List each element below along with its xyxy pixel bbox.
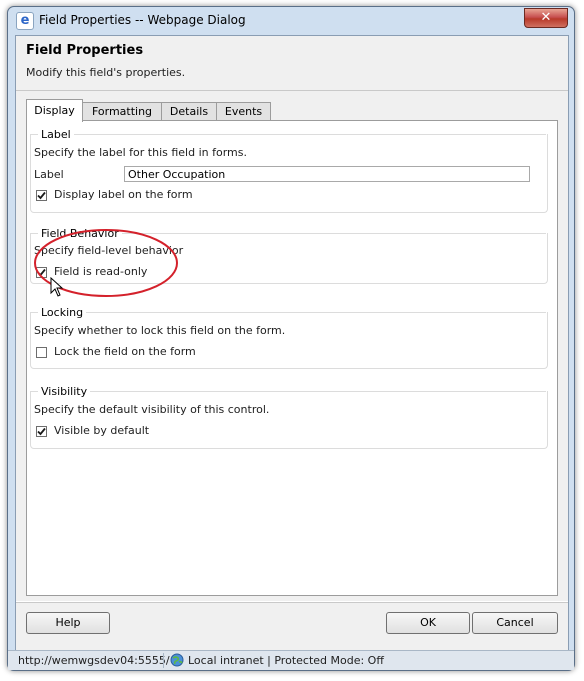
dialog-footer: Help OK Cancel (16, 602, 568, 651)
visibility-section: Visibility Specify the default visibilit… (27, 385, 557, 449)
cancel-button[interactable]: Cancel (472, 612, 558, 634)
status-zone: Local intranet | Protected Mode: Off (188, 654, 384, 667)
behavior-section: Field Behavior Specify field-level behav… (27, 227, 557, 287)
ok-button[interactable]: OK (386, 612, 470, 634)
intranet-globe-icon (170, 653, 184, 667)
behavior-legend: Field Behavior (38, 227, 122, 240)
locking-description: Specify whether to lock this field on th… (34, 324, 286, 337)
visibility-groupbox (30, 391, 548, 449)
label-section: Label Specify the label for this field i… (27, 128, 557, 214)
page-title: Field Properties (26, 43, 144, 58)
visible-default-checkbox[interactable] (36, 426, 47, 437)
dialog-window: e Field Properties -- Webpage Dialog ✕ F… (7, 6, 575, 671)
display-label-checkbox[interactable] (36, 190, 47, 201)
close-button[interactable]: ✕ (524, 8, 568, 28)
visibility-description: Specify the default visibility of this c… (34, 403, 270, 416)
visibility-legend: Visibility (38, 385, 91, 398)
status-divider (163, 653, 164, 668)
display-label-checkbox-label[interactable]: Display label on the form (54, 188, 193, 201)
lock-field-checkbox[interactable] (36, 347, 47, 358)
tab-formatting[interactable]: Formatting (82, 102, 162, 121)
help-button[interactable]: Help (26, 612, 110, 634)
locking-section: Locking Specify whether to lock this fie… (27, 306, 557, 369)
display-panel: Label Specify the label for this field i… (26, 120, 558, 596)
tab-details[interactable]: Details (161, 102, 217, 121)
tab-display[interactable]: Display (26, 99, 83, 122)
dialog-client: Field Properties Modify this field's pro… (15, 35, 569, 651)
label-field-label: Label (34, 168, 64, 181)
read-only-checkbox-label[interactable]: Field is read-only (54, 265, 147, 278)
status-bar: http://wemwgsdev04:5555/ Local intranet … (8, 650, 574, 670)
read-only-checkbox[interactable] (36, 267, 47, 278)
label-legend: Label (38, 128, 74, 141)
title-bar[interactable]: e Field Properties -- Webpage Dialog ✕ (8, 7, 574, 35)
label-text-input[interactable] (124, 166, 530, 182)
page-subtitle: Modify this field's properties. (26, 66, 186, 79)
tab-events[interactable]: Events (216, 102, 271, 121)
window-title: Field Properties -- Webpage Dialog (39, 13, 246, 27)
dialog-content: Display Formatting Details Events Label … (16, 91, 568, 601)
dialog-header: Field Properties Modify this field's pro… (16, 36, 568, 91)
locking-groupbox (30, 312, 548, 369)
status-url: http://wemwgsdev04:5555/ (18, 654, 170, 667)
locking-legend: Locking (38, 306, 87, 319)
visible-default-checkbox-label[interactable]: Visible by default (54, 424, 149, 437)
ie-logo-icon: e (16, 12, 34, 30)
behavior-description: Specify field-level behavior (34, 244, 184, 257)
lock-field-checkbox-label[interactable]: Lock the field on the form (54, 345, 196, 358)
label-description: Specify the label for this field in form… (34, 146, 247, 159)
